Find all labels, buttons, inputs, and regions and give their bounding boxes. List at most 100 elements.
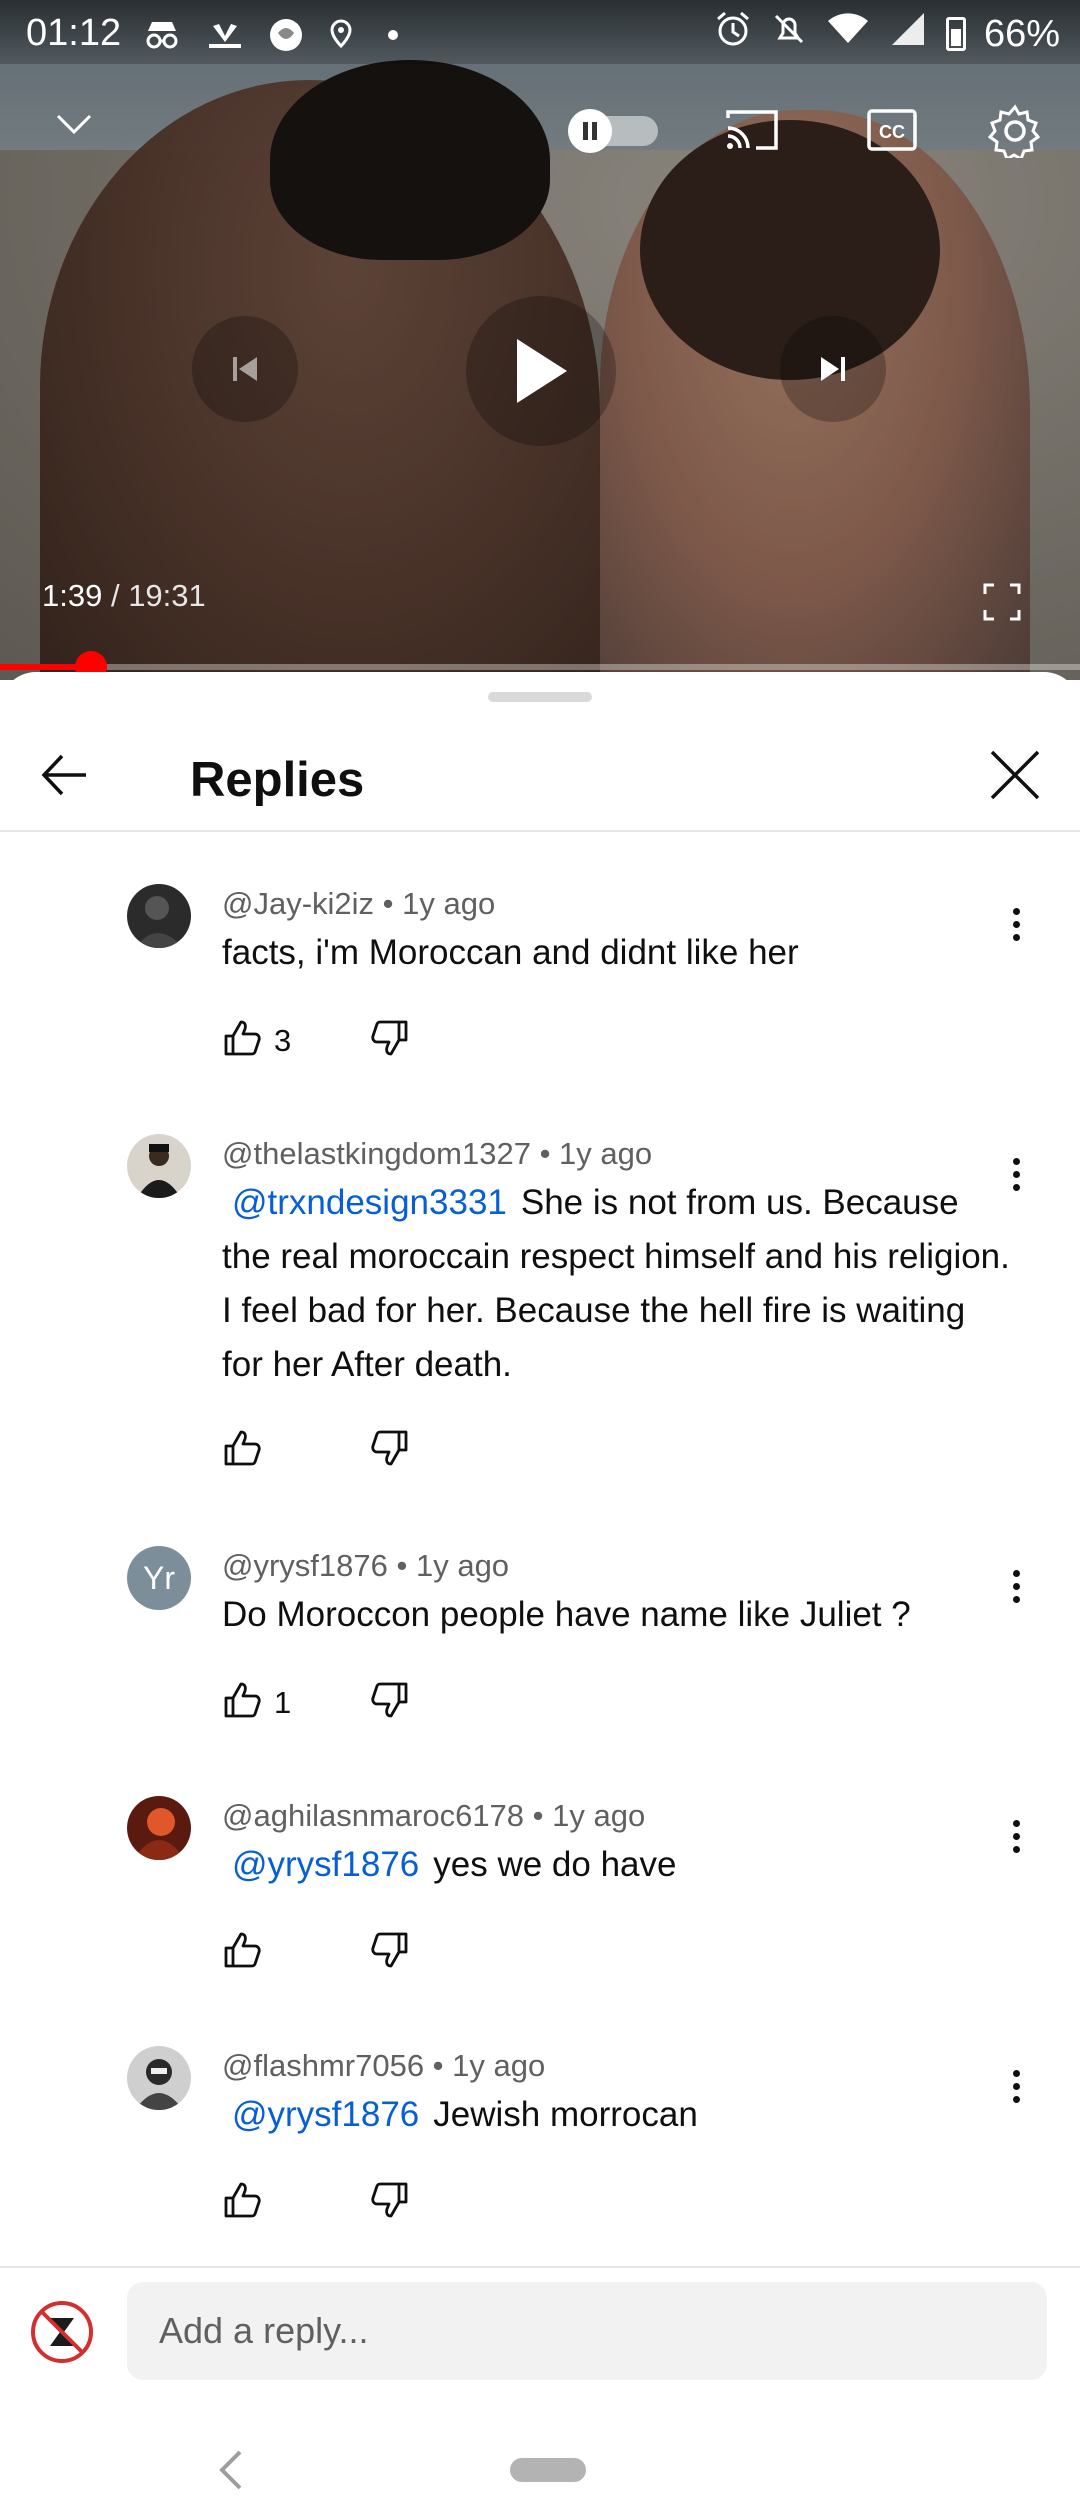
thumb-down-icon (371, 1932, 408, 1968)
chevron-down-icon[interactable] (54, 112, 94, 136)
page-title: Replies (190, 753, 365, 807)
video-player[interactable]: 01:12 66% CC 1:39 / 19:31 (0, 0, 1080, 680)
thumb-up-icon (224, 1430, 261, 1466)
avatar[interactable] (127, 1796, 191, 1860)
status-time: 01:12 (26, 12, 122, 54)
reply-meta: @thelastkingdom1327 • 1y ago (222, 1136, 653, 1171)
thumb-up-icon (224, 1020, 261, 1056)
location-icon (327, 14, 386, 50)
play-button[interactable] (466, 296, 616, 446)
avatar[interactable] (127, 2046, 191, 2110)
reply-author[interactable]: @thelastkingdom1327 (222, 1136, 531, 1171)
autoplay-toggle[interactable] (566, 108, 660, 154)
battery-icon (945, 17, 966, 51)
dislike-button[interactable] (370, 1018, 410, 1063)
composer-divider (0, 2266, 1080, 2268)
svg-text:CC: CC (879, 122, 905, 142)
mention-link[interactable]: @yrysf1876 (232, 2095, 419, 2134)
reply-text: Do Moroccon people have name like Juliet… (222, 1588, 1012, 1642)
wifi-icon (826, 11, 870, 57)
dislike-button[interactable] (370, 1428, 410, 1473)
previous-icon (233, 357, 257, 381)
cnbc-icon (205, 14, 268, 50)
reply-text: @yrysf1876 yes we do have (222, 1838, 1012, 1892)
duration: 19:31 (128, 578, 206, 613)
settings-gear-icon[interactable] (988, 104, 1042, 158)
like-count: 3 (274, 1023, 292, 1058)
cast-icon[interactable] (724, 106, 780, 154)
fullscreen-icon[interactable] (982, 582, 1022, 622)
battery-percent: 66% (983, 12, 1060, 55)
thumb-down-icon (371, 2182, 408, 2218)
time-separator: / (102, 578, 129, 613)
like-button[interactable] (222, 2180, 262, 2225)
avatar[interactable] (127, 884, 191, 948)
more-options-icon[interactable] (1000, 1812, 1032, 1860)
mention-link[interactable]: @trxndesign3331 (232, 1183, 507, 1222)
reply-meta: @yrysf1876 • 1y ago (222, 1548, 510, 1583)
thumb-down-icon (371, 1430, 408, 1466)
mention-link[interactable]: @yrysf1876 (232, 1845, 419, 1884)
back-arrow-icon[interactable] (36, 746, 94, 804)
reply-author[interactable]: @flashmr7056 (222, 2048, 424, 2083)
like-button[interactable] (222, 1680, 262, 1725)
drag-handle[interactable] (488, 692, 592, 702)
signal-icon (888, 11, 928, 57)
dislike-button[interactable] (370, 1680, 410, 1725)
app-icon (268, 14, 327, 51)
reply-age: 1y ago (552, 1798, 646, 1833)
captions-icon[interactable]: CC (866, 108, 918, 152)
reply-text: @trxndesign3331 She is not from us. Becau… (222, 1176, 1012, 1392)
like-button[interactable] (222, 1428, 262, 1473)
mute-icon (770, 10, 808, 58)
next-button[interactable] (780, 316, 886, 422)
incognito-icon (142, 14, 205, 50)
thumb-up-icon (224, 1932, 261, 1968)
dot-icon (386, 14, 400, 50)
current-time: 1:39 (42, 578, 103, 613)
reply-text: @yrysf1876 Jewish morrocan (222, 2088, 1012, 2142)
reply-input[interactable] (127, 2282, 1047, 2380)
reply-meta: @Jay-ki2iz • 1y ago (222, 886, 496, 921)
thumb-down-icon (371, 1682, 408, 1718)
more-options-icon[interactable] (1000, 1150, 1032, 1198)
avatar[interactable] (127, 1134, 191, 1198)
play-icon (517, 339, 567, 403)
status-right-icons: 66% (714, 10, 1060, 58)
progress-track[interactable] (0, 651, 1080, 680)
time-readout: 1:39 / 19:31 (42, 578, 206, 614)
avatar[interactable]: Yr (127, 1546, 191, 1610)
thumb-down-icon (371, 1020, 408, 1056)
status-left-icons (142, 14, 400, 53)
reply-author[interactable]: @yrysf1876 (222, 1548, 388, 1583)
reply-age: 1y ago (415, 1548, 510, 1583)
nav-back-icon[interactable] (210, 2440, 250, 2500)
reply-body: facts, i'm Moroccan and didnt like her (222, 933, 799, 972)
next-icon (821, 357, 845, 381)
sheet-header: Replies (0, 712, 1080, 832)
thumb-up-icon (224, 2182, 261, 2218)
reply-meta: @flashmr7056 • 1y ago (222, 2048, 546, 2083)
nav-home-pill[interactable] (510, 2458, 586, 2482)
reply-meta: @aghilasnmaroc6178 • 1y ago (222, 1798, 646, 1833)
reply-age: 1y ago (452, 2048, 546, 2083)
dislike-button[interactable] (370, 1930, 410, 1975)
reply-body: Jewish morrocan (433, 2095, 698, 2134)
reply-author[interactable]: @Jay-ki2iz (222, 886, 374, 921)
reply-age: 1y ago (402, 886, 496, 921)
more-options-icon[interactable] (1000, 900, 1032, 948)
reply-body: yes we do have (433, 1845, 677, 1884)
previous-button[interactable] (192, 316, 298, 422)
dislike-button[interactable] (370, 2180, 410, 2225)
header-divider (0, 830, 1080, 832)
reply-author[interactable]: @aghilasnmaroc6178 (222, 1798, 524, 1833)
more-options-icon[interactable] (1000, 2062, 1032, 2110)
more-options-icon[interactable] (1000, 1562, 1032, 1610)
close-icon[interactable] (984, 744, 1046, 806)
reply-text: facts, i'm Moroccan and didnt like her (222, 926, 1012, 980)
my-avatar[interactable] (30, 2300, 94, 2364)
like-button[interactable] (222, 1930, 262, 1975)
system-nav-bar (0, 2420, 1080, 2520)
like-button[interactable] (222, 1018, 262, 1063)
like-count: 1 (274, 1685, 292, 1720)
